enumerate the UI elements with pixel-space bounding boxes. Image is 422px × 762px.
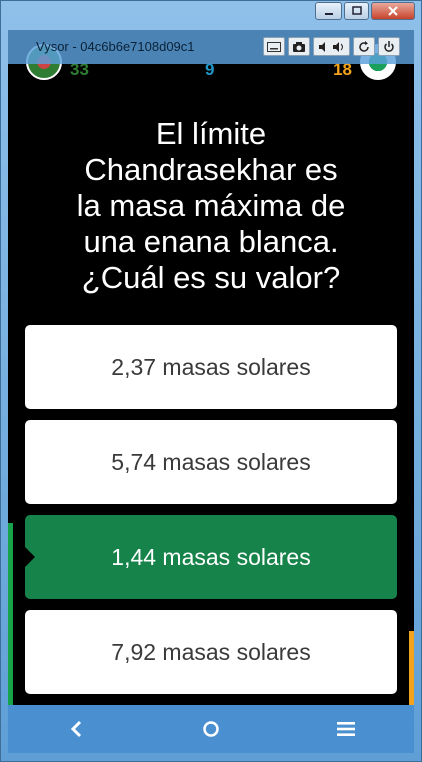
back-button[interactable]	[46, 709, 106, 749]
power-button[interactable]	[378, 37, 400, 56]
back-icon	[70, 720, 81, 738]
home-icon	[203, 721, 219, 737]
screenshot-button[interactable]	[288, 37, 310, 56]
minimize-icon	[324, 13, 333, 15]
question-line: una enana blanca.	[83, 224, 339, 259]
keyboard-button[interactable]	[263, 37, 285, 56]
device-screen[interactable]: Vysor - 04c6b6e7108d09c1 33 9 18 El lími…	[8, 30, 414, 705]
opponent-progress-bar	[409, 630, 414, 705]
minimize-button[interactable]	[315, 2, 342, 20]
question-line: ¿Cuál es su valor?	[81, 260, 341, 295]
rotate-icon	[359, 40, 369, 52]
player-progress-bar	[8, 522, 13, 705]
answer-option-4[interactable]: 7,92 masas solares	[25, 610, 397, 694]
window-title: Vysor - 04c6b6e7108d09c1	[36, 39, 195, 54]
maximize-icon	[351, 6, 362, 15]
android-nav-bar	[8, 705, 414, 753]
home-button[interactable]	[181, 709, 241, 749]
answer-option-3-correct[interactable]: 1,44 masas solares	[25, 515, 397, 599]
maximize-button[interactable]	[344, 2, 369, 20]
question-text: El límite Chandrasekhar es la masa máxim…	[22, 116, 400, 296]
question-line: Chandrasekhar es	[84, 152, 338, 187]
vysor-tools	[263, 37, 400, 56]
close-icon	[388, 6, 398, 16]
camera-icon	[293, 41, 305, 52]
rotate-button[interactable]	[353, 37, 375, 56]
keyboard-icon	[267, 41, 281, 52]
window-controls	[315, 2, 415, 20]
selection-pointer	[25, 547, 35, 567]
power-icon	[384, 40, 394, 52]
menu-button[interactable]	[316, 709, 376, 749]
menu-icon	[337, 722, 356, 736]
question-line: El límite	[155, 116, 267, 151]
volume-button[interactable]	[313, 37, 350, 56]
vysor-toolbar: Vysor - 04c6b6e7108d09c1	[8, 30, 414, 64]
question-line: la masa máxima de	[76, 188, 346, 223]
answer-option-1[interactable]: 2,37 masas solares	[25, 325, 397, 409]
volume-icon	[318, 41, 343, 52]
answer-option-2[interactable]: 5,74 masas solares	[25, 420, 397, 504]
close-button[interactable]	[371, 2, 415, 20]
